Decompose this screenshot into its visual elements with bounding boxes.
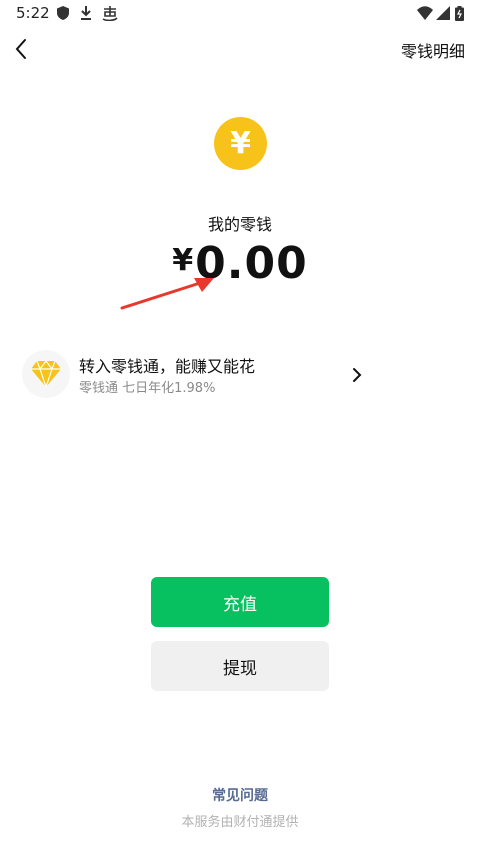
promo-title: 转入零钱通，能赚又能花 (79, 357, 256, 376)
balance-details-link[interactable]: 零钱明细 (401, 38, 465, 62)
nav-bar: 零钱明细 (0, 28, 480, 72)
faq-link[interactable]: 常见问题 (0, 785, 480, 805)
download-icon (80, 6, 92, 24)
chevron-left-icon (15, 39, 26, 59)
promo-subtitle: 零钱通 七日年化1.98% (79, 381, 216, 396)
battery-icon (455, 6, 464, 25)
wifi-icon (417, 6, 433, 24)
coin-icon: ¥ (214, 117, 267, 170)
currency-symbol: ¥ (172, 243, 194, 278)
diamond-icon (31, 361, 61, 387)
balance-label: 我的零钱 (207, 215, 272, 234)
shield-icon (57, 6, 69, 24)
chevron-right-icon (353, 368, 362, 382)
balance-amount: ¥0.00 (0, 238, 480, 289)
status-bar: 5:22 (0, 0, 480, 28)
app-icon (102, 6, 118, 25)
recharge-button[interactable]: 充值 (151, 577, 329, 627)
status-time: 5:22 (16, 4, 50, 22)
service-provider-note: 本服务由财付通提供 (181, 815, 299, 830)
withdraw-button[interactable]: 提现 (151, 641, 329, 691)
back-button[interactable] (10, 36, 34, 62)
wallet-plus-promo[interactable]: 转入零钱通，能赚又能花 零钱通 七日年化1.98% (20, 345, 460, 407)
signal-icon (436, 6, 450, 24)
annotation-arrow-icon (120, 278, 214, 310)
promo-icon-circle (22, 350, 70, 398)
yen-symbol: ¥ (230, 125, 251, 161)
